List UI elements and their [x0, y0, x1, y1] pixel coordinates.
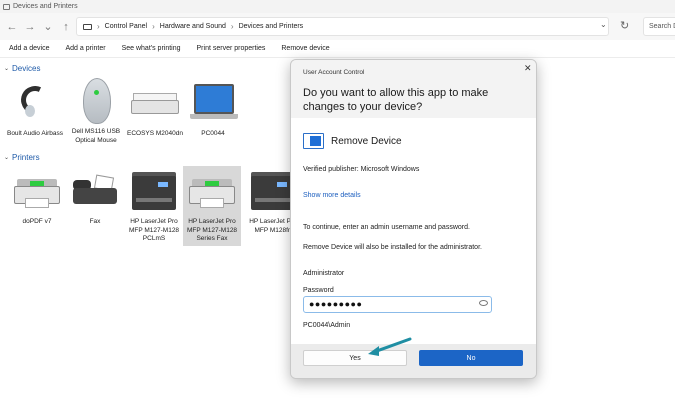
- address-bar[interactable]: › Control Panel › Hardware and Sound › D…: [76, 17, 609, 36]
- close-icon[interactable]: ✕: [524, 63, 532, 74]
- breadcrumb-hardware-and-sound[interactable]: Hardware and Sound: [160, 23, 226, 30]
- password-field[interactable]: ●●●●●●●●●: [303, 296, 492, 313]
- laptop-icon: [187, 80, 239, 126]
- printer-label: HP LaserJet Pro MFP M127-M128 PCLmS: [128, 218, 180, 242]
- section-title: Printers: [12, 153, 40, 162]
- show-more-details-link[interactable]: Show more details: [303, 192, 361, 199]
- domain-username: PC0044\Admin: [303, 322, 351, 329]
- printer-label: doPDF v7: [22, 218, 52, 225]
- device-label: PC0044: [201, 130, 225, 137]
- remove-device-app-icon: [303, 133, 324, 149]
- printer-icon: [186, 168, 238, 214]
- devices-section-header[interactable]: ⌄ Devices: [4, 64, 40, 73]
- device-label: Boult Audio Airbass: [6, 130, 63, 137]
- recent-locations-chevron-icon[interactable]: ⌄: [39, 18, 57, 36]
- chevron-down-icon: ⌄: [4, 155, 10, 161]
- printer-label: HP LaserJet Pro MFP M127-M128 Series Fax: [186, 218, 238, 242]
- back-arrow-icon[interactable]: ←: [3, 18, 21, 36]
- device-label: Dell MS116 USB Optical Mouse: [71, 128, 121, 144]
- device-item-boult-audio[interactable]: Boult Audio Airbass: [6, 80, 64, 139]
- device-label: ECOSYS M2040dn: [126, 130, 183, 137]
- chevron-down-icon: ⌄: [4, 66, 10, 72]
- app-name: Remove Device: [331, 136, 402, 147]
- forward-arrow-icon[interactable]: →: [21, 18, 39, 36]
- breadcrumb-separator: ›: [230, 22, 234, 31]
- printer-item-fax[interactable]: Fax: [66, 168, 124, 227]
- add-device-button[interactable]: Add a device: [9, 45, 49, 52]
- uac-header: User Account Control ✕ Do you want to al…: [291, 60, 536, 118]
- control-panel-icon: [83, 23, 92, 30]
- devices-and-printers-window: Devices and Printers ← → ⌄ ↑ › Control P…: [0, 0, 675, 405]
- laserjet-icon: [128, 168, 180, 214]
- admin-account-name: Administrator: [303, 270, 345, 277]
- printer-label: Fax: [89, 218, 101, 225]
- uac-window-title: User Account Control: [303, 69, 365, 76]
- device-item-dell-mouse[interactable]: Dell MS116 USB Optical Mouse: [67, 78, 125, 145]
- title-bar: Devices and Printers: [0, 0, 675, 13]
- up-arrow-icon[interactable]: ↑: [57, 18, 75, 36]
- printer-icon: [11, 168, 63, 214]
- mouse-icon: [70, 78, 122, 124]
- uac-body: Remove Device Verified publisher: Micros…: [291, 118, 536, 344]
- breadcrumb-separator: ›: [97, 22, 100, 31]
- device-item-ecosys[interactable]: ECOSYS M2040dn: [126, 80, 184, 139]
- password-label: Password: [303, 287, 334, 294]
- printers-section-header[interactable]: ⌄ Printers: [4, 153, 40, 162]
- window-title: Devices and Printers: [13, 3, 78, 10]
- install-note: Remove Device will also be installed for…: [303, 244, 482, 251]
- printer-item-hp-pclms[interactable]: HP LaserJet Pro MFP M127-M128 PCLmS: [125, 168, 183, 244]
- password-value: ●●●●●●●●●: [309, 299, 363, 309]
- address-row: ← → ⌄ ↑ › Control Panel › Hardware and S…: [0, 13, 675, 40]
- breadcrumb-control-panel[interactable]: Control Panel: [105, 23, 147, 30]
- uac-dialog: User Account Control ✕ Do you want to al…: [290, 59, 537, 379]
- command-bar: Add a device Add a printer See what's pr…: [0, 40, 675, 58]
- verified-publisher: Verified publisher: Microsoft Windows: [303, 166, 420, 173]
- address-dropdown-icon[interactable]: ⌄: [600, 20, 607, 29]
- refresh-icon[interactable]: ↻: [620, 19, 629, 32]
- print-server-properties-button[interactable]: Print server properties: [197, 45, 266, 52]
- breadcrumb-devices-and-printers[interactable]: Devices and Printers: [239, 23, 304, 30]
- device-item-pc0044[interactable]: PC0044: [184, 80, 242, 139]
- scanner-icon: [129, 80, 181, 126]
- search-input[interactable]: Search D: [643, 17, 675, 36]
- remove-device-button[interactable]: Remove device: [281, 45, 329, 52]
- annotation-arrow-icon: [368, 337, 412, 356]
- section-title: Devices: [12, 64, 41, 73]
- printer-item-dopdf[interactable]: doPDF v7: [8, 168, 66, 227]
- printer-item-hp-series-fax[interactable]: HP LaserJet Pro MFP M127-M128 Series Fax: [183, 166, 241, 246]
- reveal-password-eye-icon[interactable]: [479, 300, 488, 306]
- credential-instruction: To continue, enter an admin username and…: [303, 224, 470, 231]
- see-whats-printing-button[interactable]: See what's printing: [122, 45, 181, 52]
- uac-question: Do you want to allow this app to make ch…: [303, 87, 489, 113]
- breadcrumb-separator: ›: [152, 22, 155, 31]
- headset-icon: [9, 80, 61, 126]
- fax-icon: [69, 168, 121, 214]
- devices-printers-icon: [3, 3, 10, 10]
- add-printer-button[interactable]: Add a printer: [65, 45, 105, 52]
- no-button[interactable]: No: [419, 350, 523, 366]
